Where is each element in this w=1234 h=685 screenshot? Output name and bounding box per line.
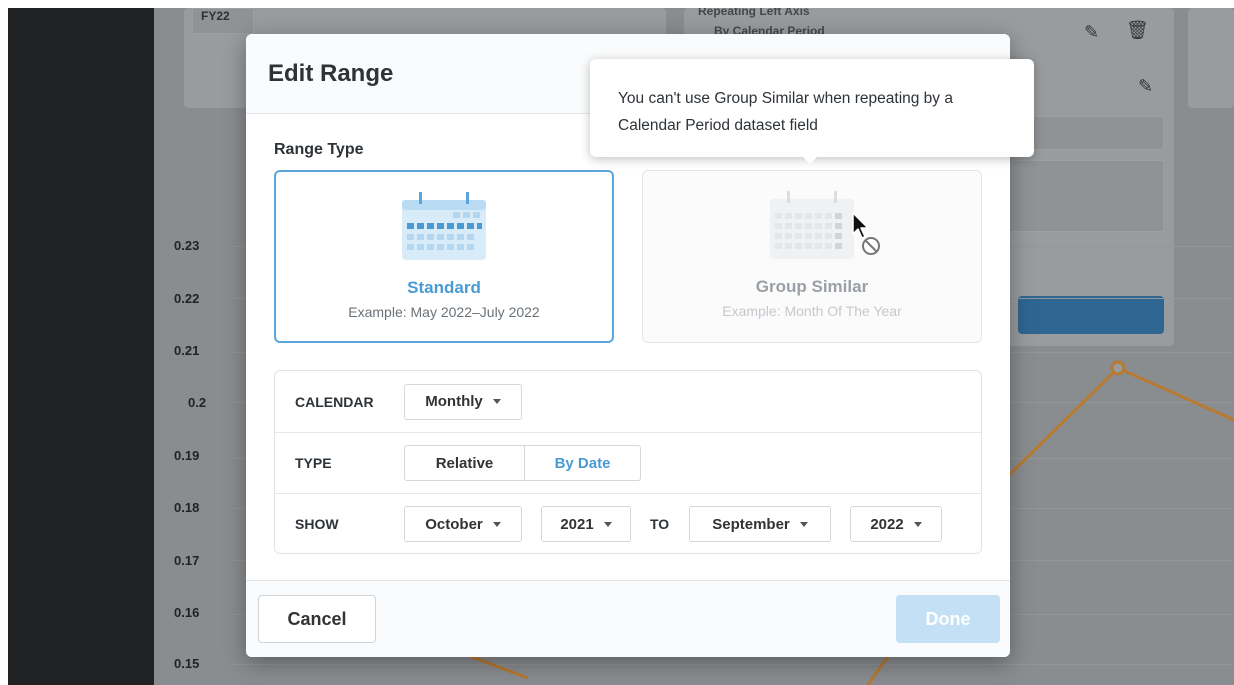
calendar-dropdown[interactable]: Monthly xyxy=(404,383,522,420)
to-label: TO xyxy=(650,516,670,532)
type-by-date-button[interactable]: By Date xyxy=(525,445,641,481)
show-label: SHOW xyxy=(295,516,339,532)
chevron-down-icon xyxy=(799,521,808,527)
to-month-value: September xyxy=(712,515,790,533)
calendar-row: CALENDAR Monthly xyxy=(275,371,981,432)
from-year-dropdown[interactable]: 2021 xyxy=(541,506,631,542)
group-similar-tooltip: You can't use Group Similar when repeati… xyxy=(590,59,1034,157)
tooltip-arrow xyxy=(801,155,819,164)
calendar-value: Monthly xyxy=(425,393,483,410)
from-year-value: 2021 xyxy=(560,515,594,533)
type-label: TYPE xyxy=(295,455,332,471)
range-type-standard-card[interactable]: Standard Example: May 2022–July 2022 xyxy=(274,170,614,343)
to-year-value: 2022 xyxy=(870,515,904,533)
group-similar-option-name: Group Similar xyxy=(755,277,869,296)
standard-option-example: Example: May 2022–July 2022 xyxy=(348,304,540,320)
chevron-down-icon xyxy=(603,521,612,527)
to-year-dropdown[interactable]: 2022 xyxy=(850,506,942,542)
dialog-footer: Cancel Done xyxy=(246,580,1010,657)
range-type-group-similar-card[interactable]: Group Similar Example: Month Of The Year xyxy=(642,170,982,343)
standard-option-name: Standard xyxy=(407,278,481,297)
chevron-down-icon xyxy=(492,521,501,527)
chevron-down-icon xyxy=(913,521,922,527)
from-month-value: October xyxy=(425,515,483,533)
calendar-icon xyxy=(770,191,854,259)
group-similar-option-example: Example: Month Of The Year xyxy=(722,303,902,319)
show-row: SHOW October 2021 TO September 2022 xyxy=(275,493,981,554)
range-type-label: Range Type xyxy=(274,141,364,158)
not-allowed-cursor-icon xyxy=(852,212,880,255)
type-row: TYPE Relative By Date xyxy=(275,432,981,493)
calendar-label: CALENDAR xyxy=(295,393,374,410)
done-button[interactable]: Done xyxy=(896,595,1000,643)
tooltip-text: You can't use Group Similar when repeati… xyxy=(618,90,953,134)
type-relative-button[interactable]: Relative xyxy=(404,445,525,481)
range-settings-panel: CALENDAR Monthly TYPE Relative By Date S… xyxy=(274,370,982,554)
from-month-dropdown[interactable]: October xyxy=(404,506,522,542)
cancel-button[interactable]: Cancel xyxy=(258,595,376,643)
chevron-down-icon xyxy=(492,399,501,404)
to-month-dropdown[interactable]: September xyxy=(689,506,831,542)
calendar-icon xyxy=(402,192,486,260)
